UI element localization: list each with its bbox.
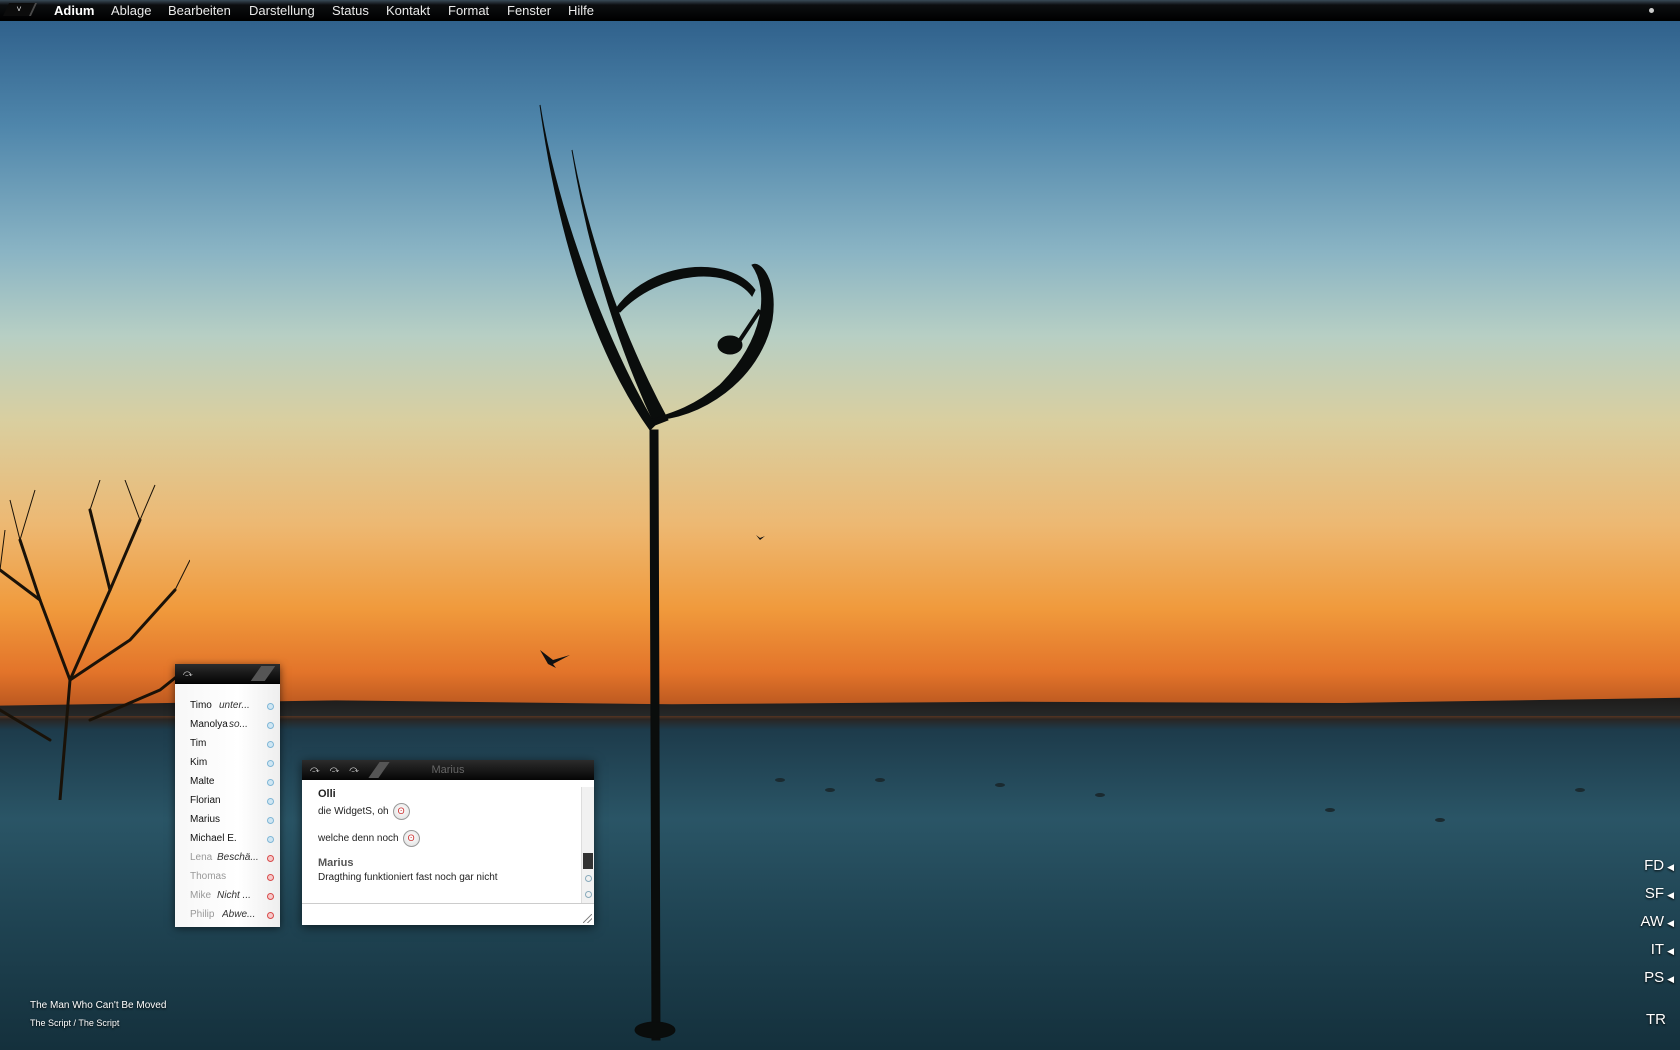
transcript-scrollbar[interactable] xyxy=(581,787,594,904)
contact-name: Florian xyxy=(190,795,221,806)
contact-status: Nicht ... xyxy=(217,890,251,901)
dock-label: IT xyxy=(1650,941,1665,958)
contact-row[interactable]: Malte xyxy=(175,772,280,791)
dock-label: FD xyxy=(1644,857,1665,874)
contact-list-titlebar[interactable]: ⤼ xyxy=(175,664,280,684)
chat-title: Marius xyxy=(431,764,465,776)
contact-name: Marius xyxy=(190,814,221,825)
chat-window: ⤼⤼⤼ Marius Olli die WidgetS, oh ʘ welche … xyxy=(302,760,594,925)
menu-format[interactable]: Format xyxy=(448,3,489,18)
message-sender: Olli xyxy=(318,788,336,800)
message-transcript: Olli die WidgetS, oh ʘ welche denn noch ʘ … xyxy=(302,780,580,902)
now-playing-artist: The Script / The Script xyxy=(30,1018,120,1028)
triangle-left-icon: ◀ xyxy=(1667,890,1674,900)
online-status-icon xyxy=(267,836,274,843)
menu-app-adium[interactable]: Adium xyxy=(54,3,94,18)
message-line: welche denn noch ʘ xyxy=(318,830,580,847)
dock-item-fd[interactable]: FD ◀ xyxy=(1644,857,1674,874)
chevron-down-icon: ˅ xyxy=(16,4,22,14)
contact-name: Malte xyxy=(190,776,215,787)
dock-label: AW xyxy=(1640,913,1665,930)
contact-status: so... xyxy=(229,719,248,730)
online-status-icon xyxy=(267,817,274,824)
online-status-icon xyxy=(267,703,274,710)
contact-row[interactable]: Kim xyxy=(175,753,280,772)
online-status-icon xyxy=(267,741,274,748)
contact-status: unter... xyxy=(219,700,250,711)
message-text: die WidgetS, oh xyxy=(318,806,389,817)
status-dot-icon[interactable] xyxy=(1649,8,1654,13)
titlebar-decoration xyxy=(250,666,276,681)
scrollbar-thumb[interactable] xyxy=(583,853,593,869)
online-status-icon xyxy=(267,779,274,786)
triangle-left-icon: ◀ xyxy=(1667,946,1674,956)
online-status-icon xyxy=(267,798,274,805)
dock-item-it[interactable]: IT ◀ xyxy=(1651,941,1674,958)
message-line: die WidgetS, oh ʘ xyxy=(318,803,580,820)
away-status-icon xyxy=(267,912,274,919)
menu-kontakt[interactable]: Kontakt xyxy=(386,3,430,18)
menu-status[interactable]: Status xyxy=(332,3,369,18)
menu-bearbeiten[interactable]: Bearbeiten xyxy=(168,3,231,18)
contact-row[interactable]: Marius xyxy=(175,810,280,829)
contact-list-window: ⤼ Timo unter... Manolya so... Tim Kim Malt… xyxy=(175,664,280,927)
message-input[interactable] xyxy=(302,903,594,925)
away-status-icon xyxy=(267,893,274,900)
contact-name: Mike xyxy=(190,890,212,901)
contact-row[interactable]: Thomas xyxy=(175,867,280,886)
contact-row[interactable]: Florian xyxy=(175,791,280,810)
menu-fenster[interactable]: Fenster xyxy=(507,3,551,18)
dock-label: SF xyxy=(1644,885,1665,902)
online-status-icon xyxy=(267,722,274,729)
contact-row[interactable]: Mike Nicht ... xyxy=(175,886,280,905)
contact-row[interactable]: Philip Abwe... xyxy=(175,905,280,924)
status-dot-icon xyxy=(585,875,592,882)
status-dot-icon xyxy=(585,891,592,898)
dock-label: PS xyxy=(1644,969,1665,986)
contact-row[interactable]: Timo unter... xyxy=(175,696,280,715)
window-control-icon[interactable]: ⤼ xyxy=(183,668,193,679)
chat-titlebar[interactable]: ⤼⤼⤼ Marius xyxy=(302,760,594,780)
contact-name: Tim xyxy=(190,738,207,749)
tree-silhouette xyxy=(0,480,190,800)
contact-name: Kim xyxy=(190,757,208,768)
contact-row[interactable]: Michael E. xyxy=(175,829,280,848)
message-text: Dragthing funktioniert fast noch gar nic… xyxy=(318,872,498,883)
menubar: ˅ Adium Ablage Bearbeiten Darstellung St… xyxy=(0,0,1680,21)
system-menu-button[interactable]: ˅ xyxy=(2,3,38,16)
contact-name: Lena xyxy=(190,852,213,863)
contact-name: Timo xyxy=(190,700,212,711)
dock-item-sf[interactable]: SF ◀ xyxy=(1645,885,1674,902)
now-playing-title: The Man Who Can't Be Moved xyxy=(30,1000,167,1011)
dock-item-tr[interactable]: TR xyxy=(1646,1011,1666,1028)
menu-darstellung[interactable]: Darstellung xyxy=(249,3,315,18)
message-text: welche denn noch xyxy=(318,833,399,844)
triangle-left-icon: ◀ xyxy=(1667,918,1674,928)
menu-ablage[interactable]: Ablage xyxy=(111,3,151,18)
contact-status: Beschä... xyxy=(217,852,259,863)
contact-list: Timo unter... Manolya so... Tim Kim Malte … xyxy=(175,684,280,927)
contact-name: Michael E. xyxy=(190,833,237,844)
dock-label: TR xyxy=(1646,1011,1666,1028)
menu-hilfe[interactable]: Hilfe xyxy=(568,3,594,18)
message-line: Dragthing funktioniert fast noch gar nic… xyxy=(318,872,580,883)
dock-item-aw[interactable]: AW ◀ xyxy=(1640,913,1674,930)
dock-item-ps[interactable]: PS ◀ xyxy=(1644,969,1674,986)
triangle-left-icon: ◀ xyxy=(1667,862,1674,872)
contact-row[interactable]: Tim xyxy=(175,734,280,753)
message-sender: Marius xyxy=(318,857,354,869)
contact-row[interactable]: Lena Beschä... xyxy=(175,848,280,867)
online-status-icon xyxy=(267,760,274,767)
contact-status: Abwe... xyxy=(222,909,256,920)
contact-row[interactable]: Manolya so... xyxy=(175,715,280,734)
triangle-left-icon: ◀ xyxy=(1667,974,1674,984)
smiley-icon: ʘ xyxy=(392,803,410,820)
resize-grip-icon[interactable] xyxy=(583,914,592,923)
away-status-icon xyxy=(267,855,274,862)
contact-name: Thomas xyxy=(190,871,227,882)
contact-name: Manolya xyxy=(190,719,228,730)
away-status-icon xyxy=(267,874,274,881)
smiley-icon: ʘ xyxy=(402,830,420,847)
contact-name: Philip xyxy=(190,909,215,920)
